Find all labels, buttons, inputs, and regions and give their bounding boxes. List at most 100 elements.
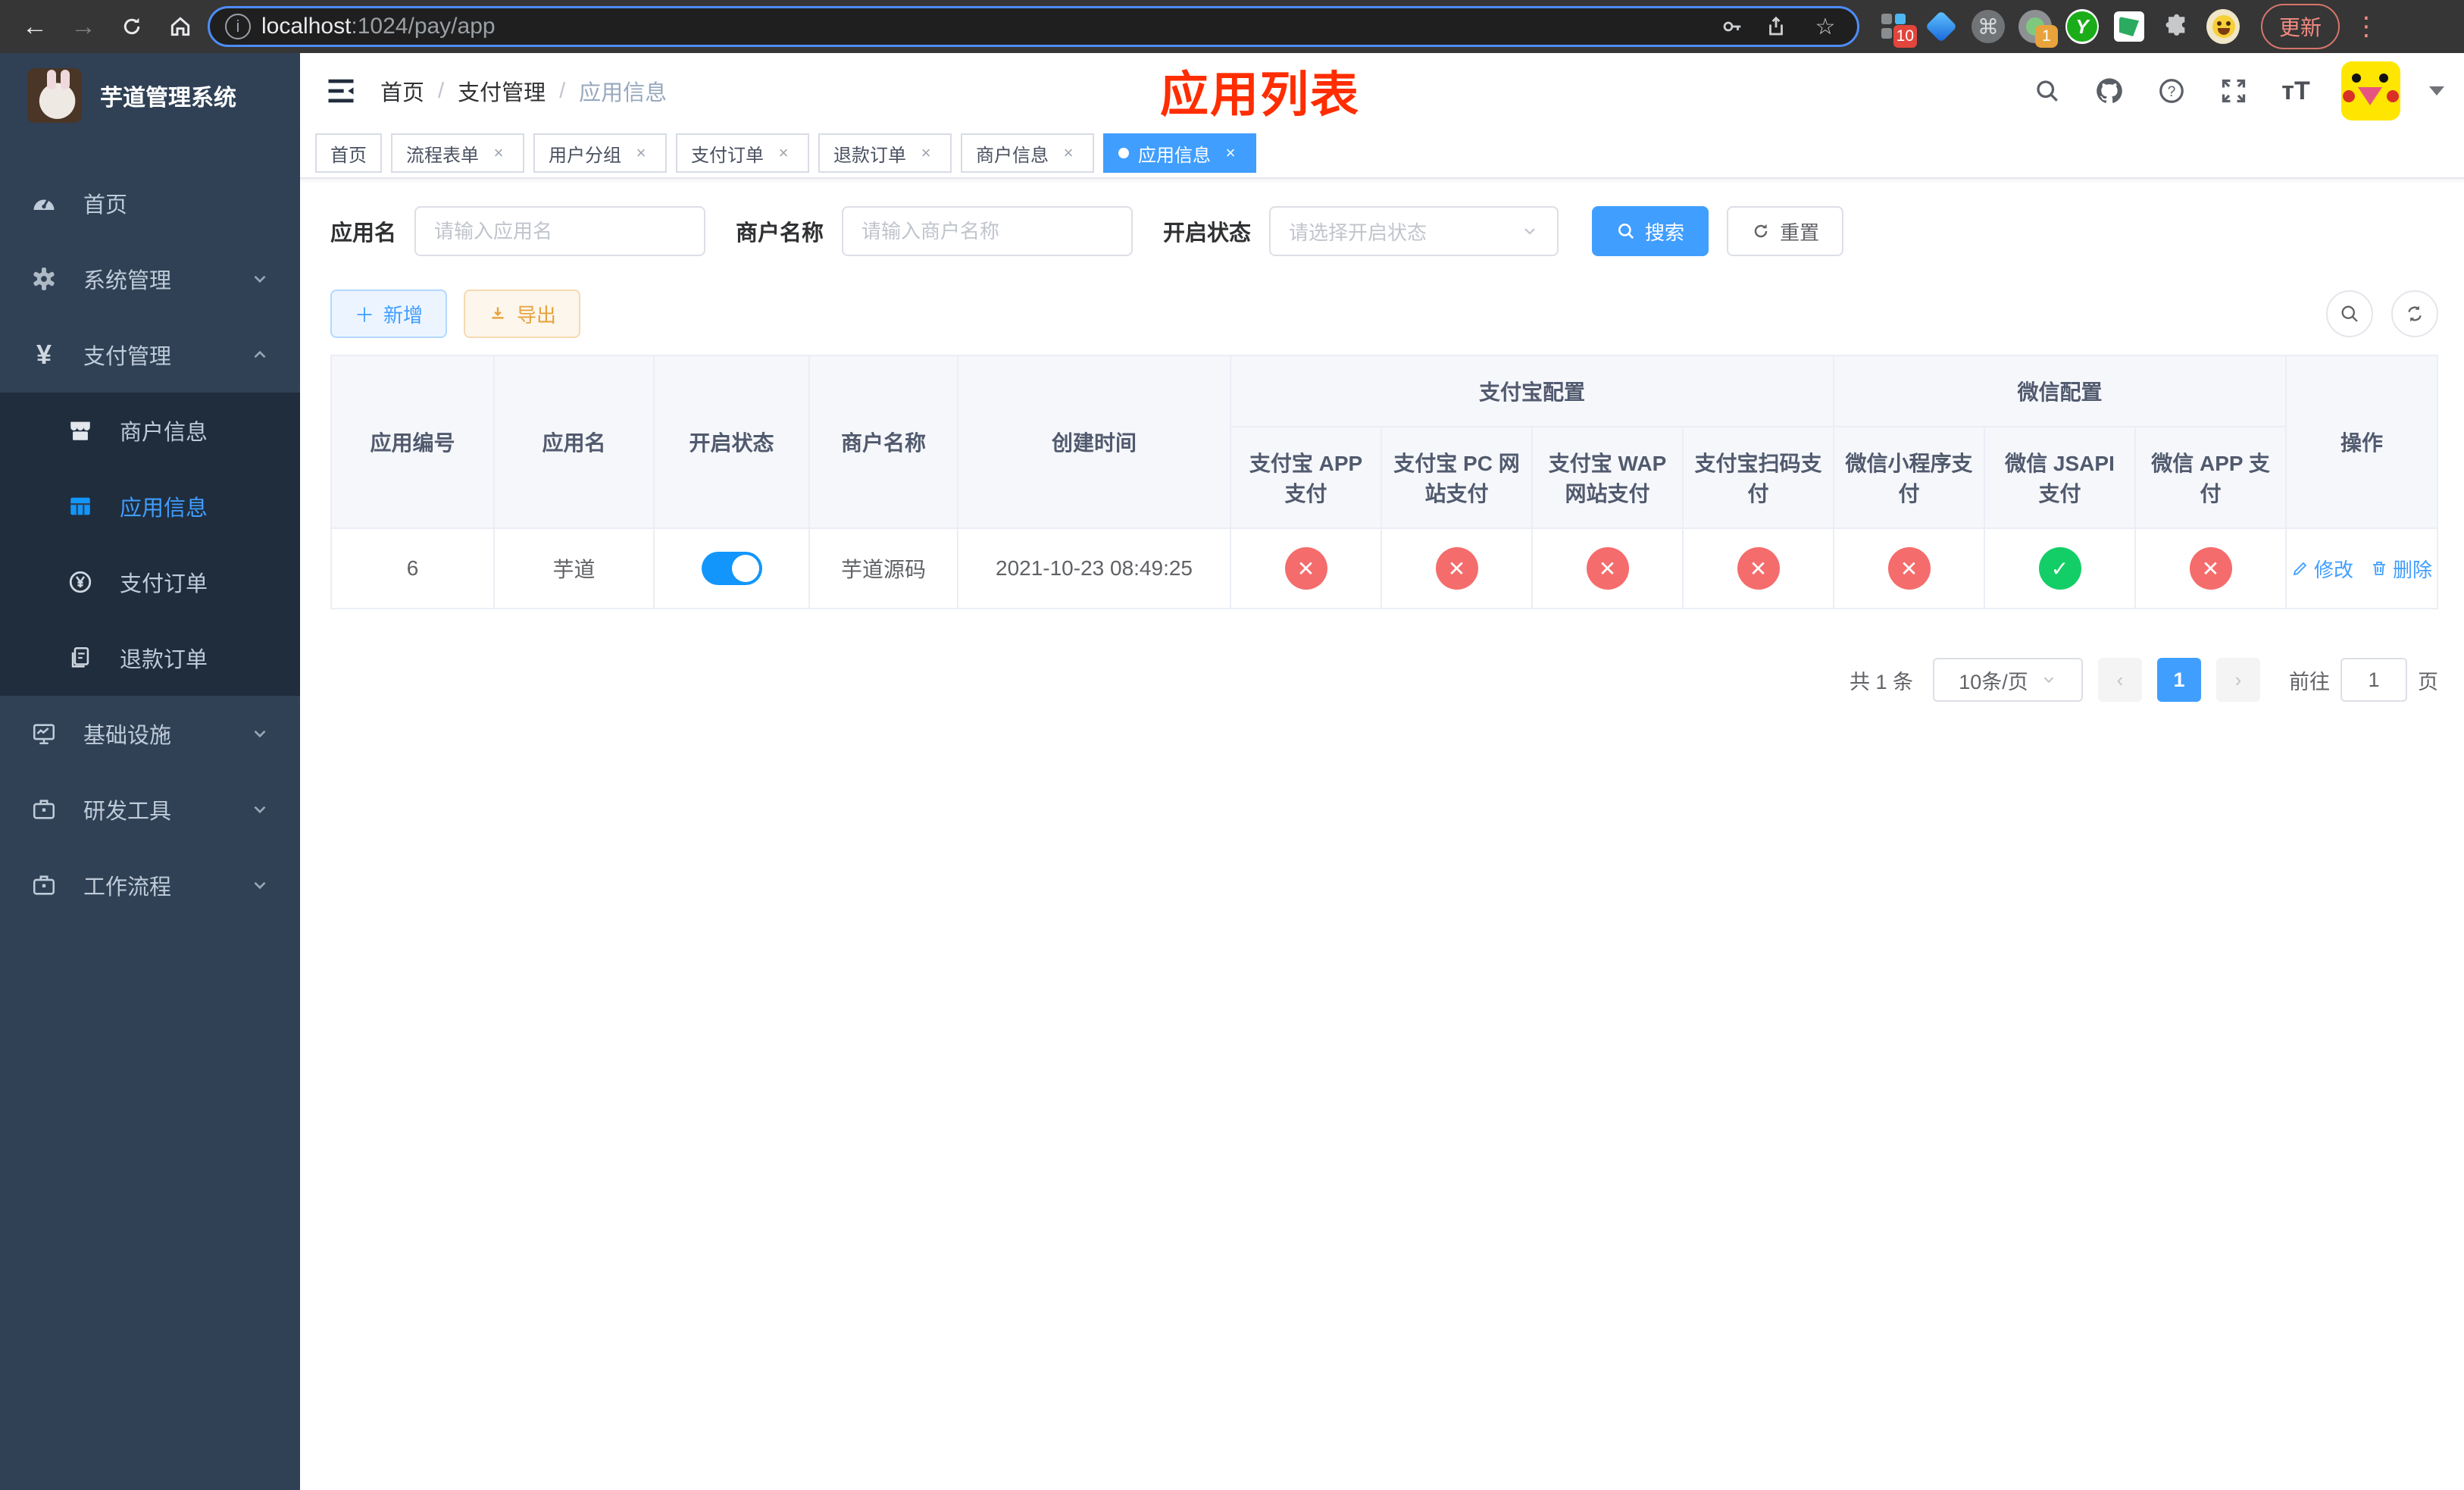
browser-update-button[interactable]: 更新 <box>2261 4 2340 49</box>
tab-refund-order[interactable]: 退款订单 × <box>818 133 952 173</box>
sidebar-item-workflow[interactable]: 工作流程 <box>0 847 300 923</box>
add-button[interactable]: ＋ 新增 <box>330 290 448 338</box>
col-header-wechat-jsapi: 微信 JSAPI 支付 <box>1984 426 2137 529</box>
notifications-extension-icon[interactable]: 10 <box>1878 10 1917 48</box>
close-icon[interactable]: × <box>488 142 509 164</box>
browser-toolbar: ← → i localhost:1024/pay/app ☆ 10 ⌘ 1 Y <box>0 0 2464 53</box>
sidebar-item-label: 基础设施 <box>83 724 172 748</box>
col-header-merchant: 商户名称 <box>808 355 958 529</box>
bookmark-star-icon[interactable]: ☆ <box>1809 14 1842 40</box>
tab-process-form[interactable]: 流程表单 × <box>391 133 524 173</box>
next-page-button[interactable]: › <box>2216 658 2261 702</box>
notes-extension-icon[interactable] <box>2112 10 2146 43</box>
kite-extension-icon[interactable] <box>1925 10 1958 43</box>
yudao-extension-icon[interactable]: Y <box>2065 9 2099 44</box>
goto-page-input[interactable] <box>2340 658 2408 702</box>
col-header-alipay-pc: 支付宝 PC 网站支付 <box>1381 426 1533 529</box>
col-header-status: 开启状态 <box>653 355 810 529</box>
chevron-up-icon <box>250 345 270 365</box>
toggle-search-button[interactable] <box>2326 290 2374 337</box>
svg-text:?: ? <box>2168 84 2176 100</box>
sidebar-collapse-button[interactable] <box>324 74 358 108</box>
extension-badge: 1 <box>2035 25 2058 48</box>
edit-link[interactable]: 修改 <box>2291 555 2353 583</box>
tab-pay-order[interactable]: 支付订单 × <box>676 133 809 173</box>
app-name-input[interactable] <box>414 206 706 256</box>
search-icon[interactable] <box>2031 74 2064 108</box>
password-key-icon[interactable] <box>1721 15 1754 38</box>
breadcrumb: 首页 / 支付管理 / 应用信息 <box>380 75 667 107</box>
merchant-name-label: 商户名称 <box>736 221 824 246</box>
github-icon[interactable] <box>2093 74 2126 108</box>
close-icon[interactable]: × <box>773 142 794 164</box>
tab-merchant-info[interactable]: 商户信息 × <box>961 133 1094 173</box>
sidebar-logo[interactable]: 芋道管理系统 <box>0 53 300 138</box>
delete-link[interactable]: 删除 <box>2370 555 2432 583</box>
close-icon[interactable]: × <box>1220 142 1241 164</box>
site-info-icon[interactable]: i <box>225 14 251 39</box>
sidebar-item-payment[interactable]: ¥ 支付管理 <box>0 317 300 393</box>
briefcase-icon <box>30 872 58 899</box>
search-button[interactable]: 搜索 <box>1592 206 1709 256</box>
status-toggle[interactable] <box>701 552 762 585</box>
chevron-down-icon <box>250 875 270 895</box>
address-bar[interactable]: i localhost:1024/pay/app ☆ <box>208 6 1859 47</box>
refresh-table-button[interactable] <box>2391 290 2439 337</box>
profile-avatar[interactable] <box>2206 9 2240 44</box>
extensions-puzzle-icon[interactable] <box>2159 10 2193 43</box>
active-dot <box>1118 148 1129 158</box>
col-header-wechat-app: 微信 APP 支付 <box>2134 426 2287 529</box>
close-icon[interactable]: × <box>915 142 937 164</box>
sidebar-item-infrastructure[interactable]: 基础设施 <box>0 696 300 772</box>
extension-badge: 10 <box>1893 25 1917 48</box>
reset-button[interactable]: 重置 <box>1727 206 1844 256</box>
sidebar-item-merchant-info[interactable]: 商户信息 <box>0 393 300 468</box>
tab-user-group[interactable]: 用户分组 × <box>533 133 667 173</box>
sidebar-item-app-info[interactable]: 应用信息 <box>0 468 300 544</box>
browser-back-button[interactable]: ← <box>14 5 56 48</box>
help-icon[interactable]: ? <box>2155 74 2188 108</box>
font-size-icon[interactable]: ᴛT <box>2279 74 2312 108</box>
close-icon[interactable]: × <box>630 142 652 164</box>
browser-forward-button[interactable]: → <box>62 5 105 48</box>
sidebar-item-system[interactable]: 系统管理 <box>0 241 300 317</box>
col-header-app-id: 应用编号 <box>330 355 495 529</box>
breadcrumb-payment[interactable]: 支付管理 <box>458 75 546 107</box>
camera-extension-icon[interactable]: 1 <box>2018 10 2058 48</box>
command-extension-icon[interactable]: ⌘ <box>1972 10 2005 43</box>
chevron-down-icon <box>1521 222 1539 240</box>
tags-view-bar: 首页 流程表单 × 用户分组 × 支付订单 × 退款订单 × 商户信息 × 应用信息 × <box>300 129 2464 179</box>
fullscreen-icon[interactable] <box>2217 74 2250 108</box>
browser-home-button[interactable] <box>159 5 202 48</box>
export-button[interactable]: 导出 <box>464 290 581 338</box>
extensions-row: 10 ⌘ 1 Y <box>1878 9 2240 48</box>
store-icon <box>67 417 94 444</box>
avatar-caret-icon[interactable] <box>2429 86 2445 95</box>
sidebar-item-refund-orders[interactable]: 退款订单 <box>0 620 300 696</box>
search-icon <box>2341 305 2358 322</box>
merchant-name-input[interactable] <box>842 206 1134 256</box>
col-header-wechat-lite: 微信小程序支付 <box>1833 426 1986 529</box>
status-select[interactable]: 请选择开启状态 <box>1269 206 1559 256</box>
prev-page-button[interactable]: ‹ <box>2098 658 2143 702</box>
cell-app-id: 6 <box>330 527 495 609</box>
tab-app-info[interactable]: 应用信息 × <box>1103 133 1256 173</box>
wechat-jsapi-status-icon: ✓ <box>2038 547 2081 590</box>
sidebar-item-home[interactable]: 首页 <box>0 165 300 241</box>
goto-label: 前往 <box>2289 670 2331 693</box>
browser-menu-icon[interactable]: ⋮ <box>2353 11 2381 42</box>
edit-icon <box>2293 562 2307 576</box>
page-size-select[interactable]: 10条/页 <box>1933 658 2084 702</box>
breadcrumb-home[interactable]: 首页 <box>380 75 424 107</box>
page-number-1[interactable]: 1 <box>2157 658 2202 702</box>
user-avatar[interactable] <box>2341 61 2401 121</box>
app-title: 芋道管理系统 <box>100 86 236 111</box>
sidebar-item-pay-orders[interactable]: 支付订单 <box>0 544 300 620</box>
sidebar-item-dev-tools[interactable]: 研发工具 <box>0 772 300 847</box>
browser-reload-button[interactable] <box>111 5 153 48</box>
download-icon <box>492 307 504 319</box>
tab-home[interactable]: 首页 <box>315 133 382 173</box>
alipay-qr-status-icon: ✕ <box>1737 547 1780 590</box>
share-icon[interactable] <box>1765 15 1798 38</box>
close-icon[interactable]: × <box>1058 142 1079 164</box>
